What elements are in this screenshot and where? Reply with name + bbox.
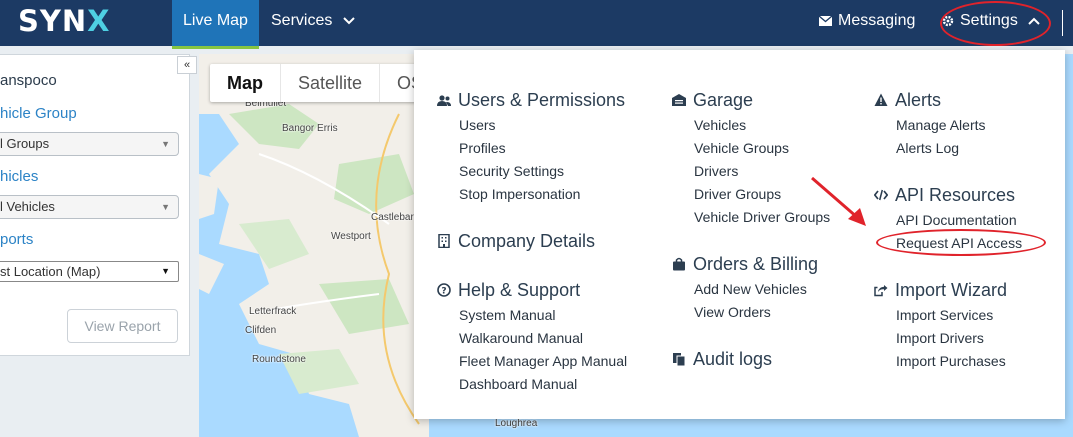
annotation-arrow-icon <box>811 176 866 226</box>
